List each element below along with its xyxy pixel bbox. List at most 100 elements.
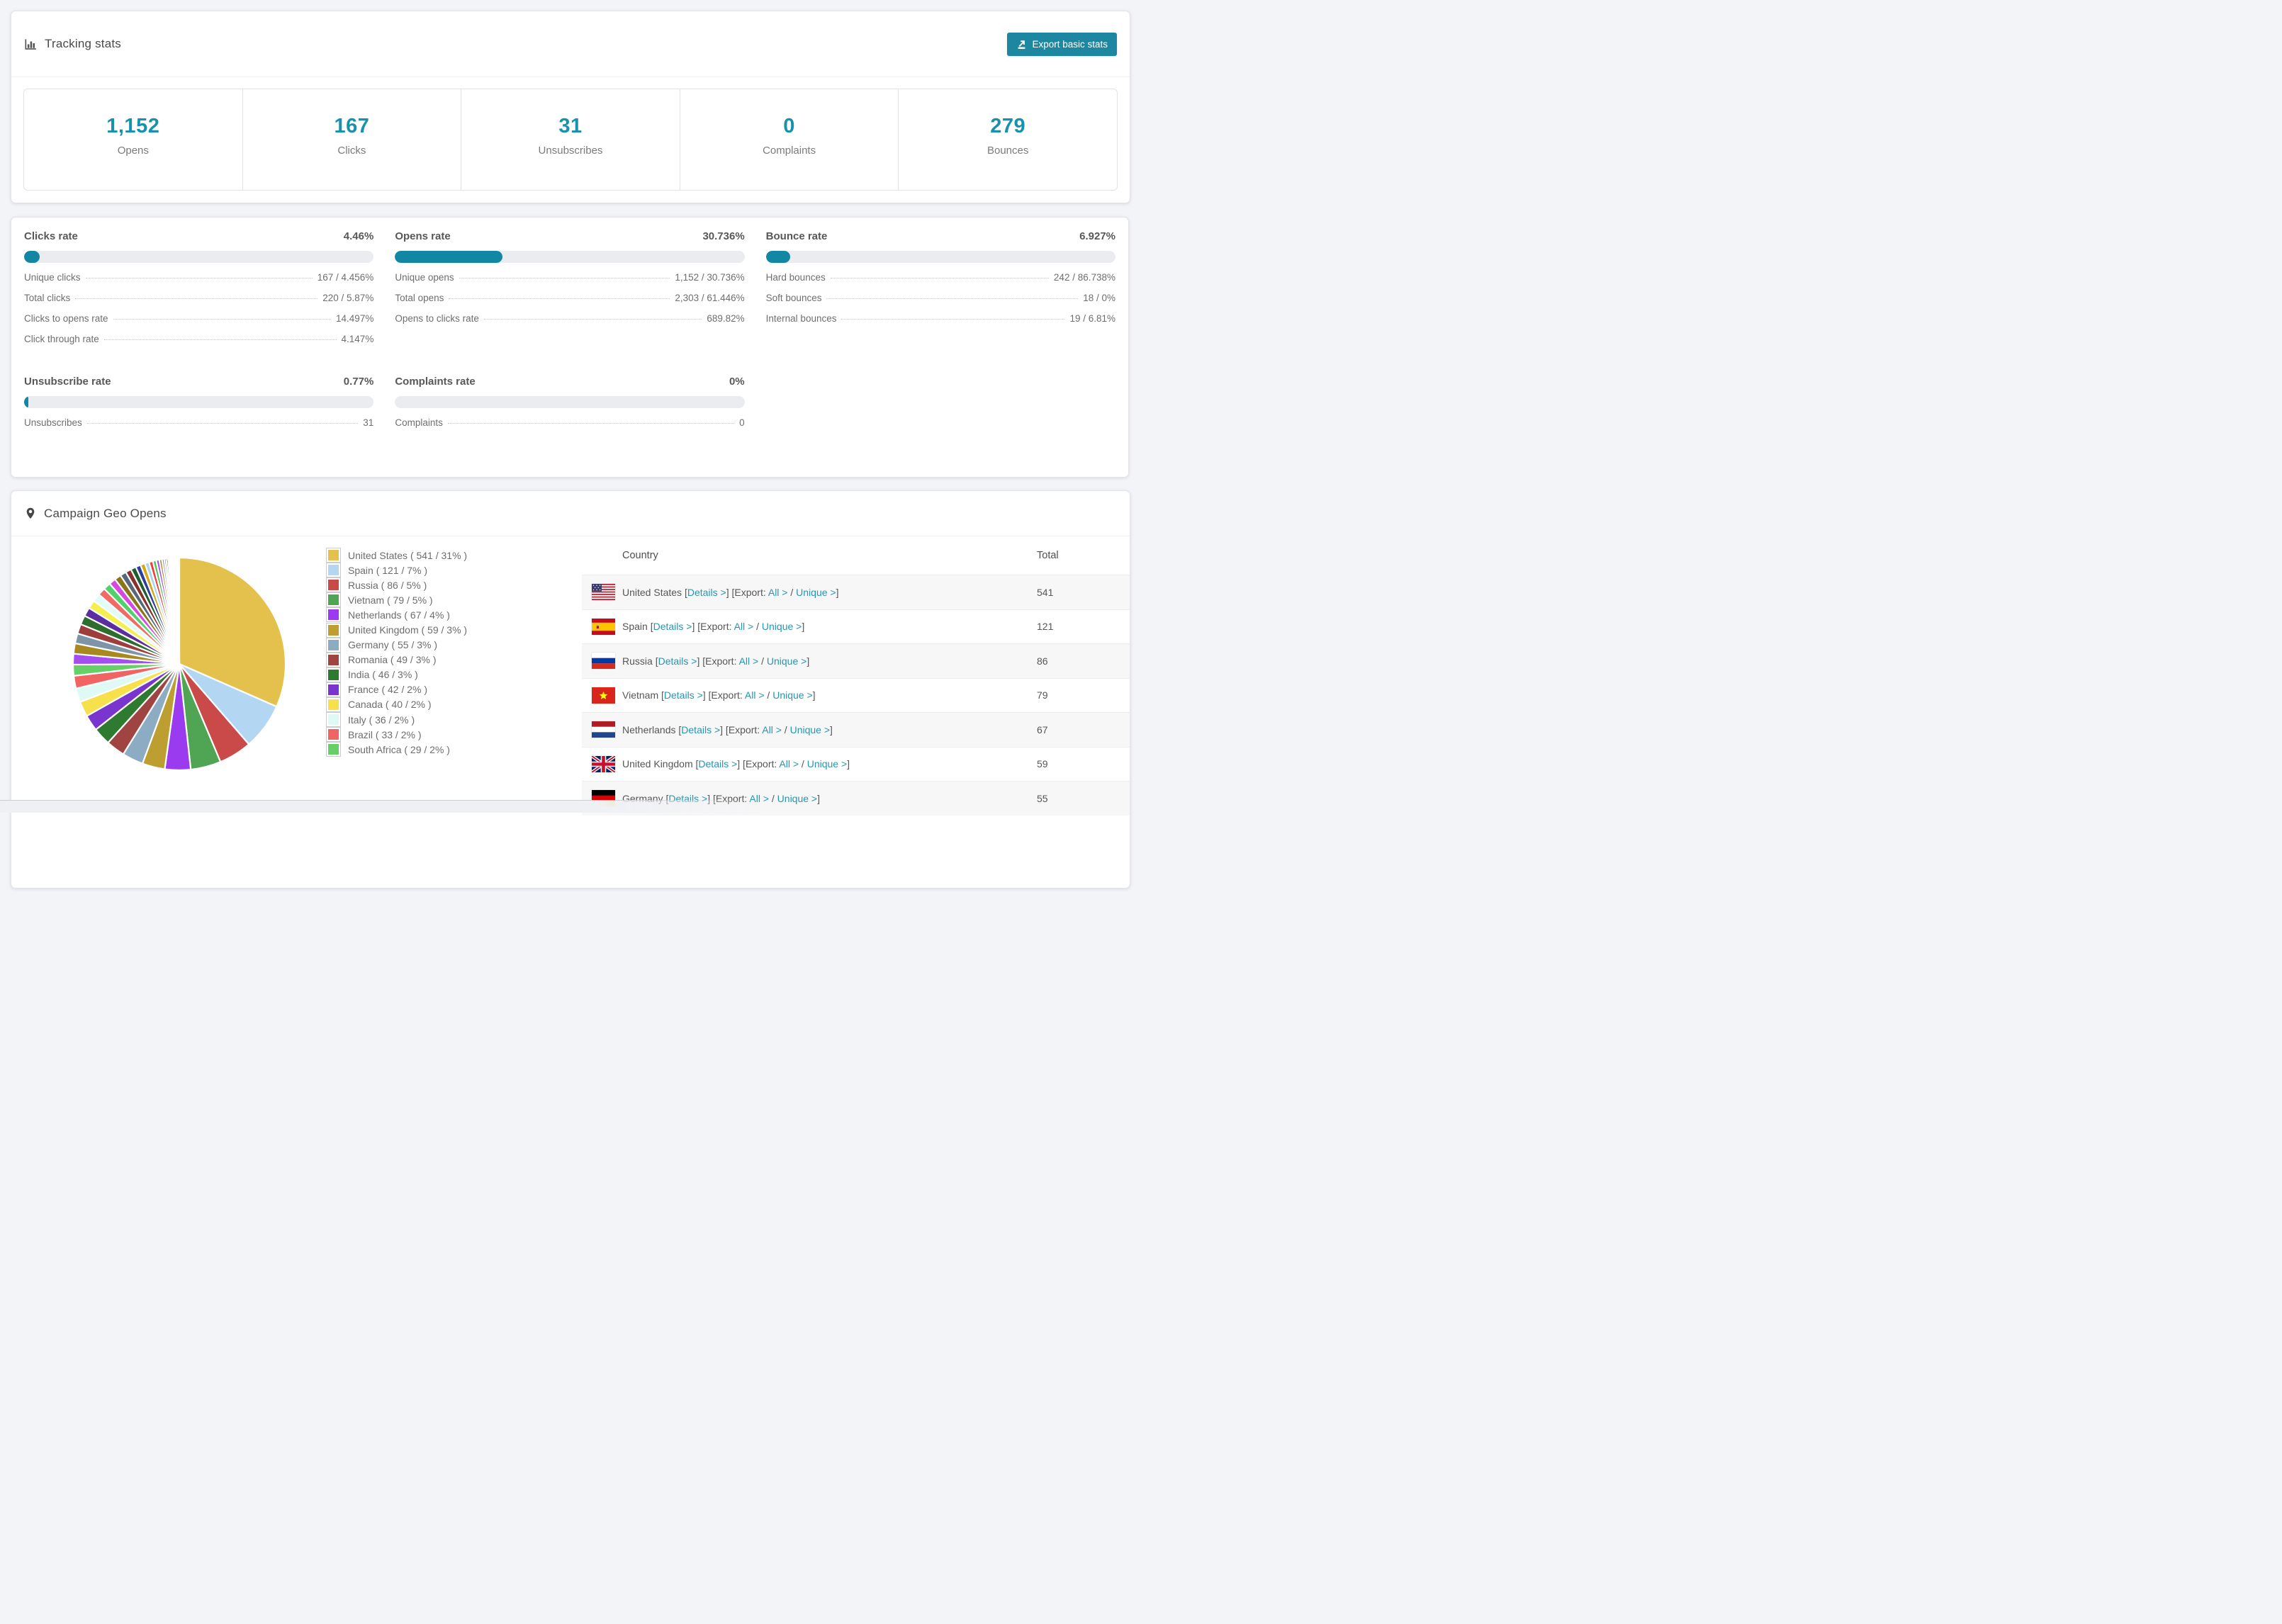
dotted-leader (841, 319, 1065, 320)
rates-grid: Clicks rate 4.46% Unique clicks 167 / 4.… (24, 225, 1115, 438)
details-link[interactable]: Details > (664, 689, 703, 701)
rate-progress-track (24, 396, 374, 408)
rate-progress-track (765, 251, 1115, 263)
legend-swatch (327, 697, 340, 711)
country-name: United Kingdom (622, 758, 693, 770)
dotted-leader (449, 298, 670, 299)
rate-stat-label: Total clicks (24, 293, 71, 303)
tracking-stats-header: Tracking stats Export basic stats (11, 11, 1130, 77)
tracking-stats-card: Tracking stats Export basic stats 1,152 … (11, 11, 1130, 203)
legend-item: United States ( 541 / 31% ) (327, 548, 467, 563)
legend-swatch (327, 608, 340, 622)
rate-stat-row: Click through rate 4.147% (24, 334, 373, 354)
export-all-link[interactable]: All > (734, 621, 754, 632)
export-all-link[interactable]: All > (745, 689, 765, 701)
stat-box: 0 Complaints (679, 89, 899, 190)
rate-stat-row: Clicks to opens rate 14.497% (24, 313, 373, 334)
export-all-link[interactable]: All > (779, 758, 799, 769)
rate-progress-track (395, 251, 745, 263)
legend-swatch (327, 653, 340, 667)
table-row: United States [Details >] [Export: All >… (582, 575, 1130, 609)
table-row: Russia [Details >] [Export: All > / Uniq… (582, 643, 1130, 678)
stat-value: 0 (783, 114, 795, 137)
rate-value: 30.736% (702, 230, 745, 242)
export-unique-link[interactable]: Unique > (762, 621, 802, 632)
rate-stat-label: Internal bounces (765, 313, 837, 324)
legend-label: Spain ( 121 / 7% ) (348, 564, 428, 576)
rate-section: Complaints rate 0% Complaints 0 (395, 370, 745, 438)
legend-label: United States ( 541 / 31% ) (348, 549, 468, 561)
rate-stat-row: Unique opens 1,152 / 30.736% (395, 272, 744, 293)
geo-header: Campaign Geo Opens (11, 491, 1130, 536)
geo-table: Country Total United States [Details >] … (582, 536, 1130, 816)
table-row: Netherlands [Details >] [Export: All > /… (582, 712, 1130, 747)
rate-stat-label: Total opens (395, 293, 444, 303)
details-link[interactable]: Details > (698, 758, 737, 769)
dotted-leader (75, 298, 318, 299)
legend-swatch (327, 638, 340, 652)
legend-swatch (327, 728, 340, 742)
rate-stat-label: Unsubscribes (24, 417, 82, 428)
rate-stat-row: Soft bounces 18 / 0% (766, 293, 1115, 313)
export-unique-link[interactable]: Unique > (807, 758, 847, 769)
export-all-link[interactable]: All > (762, 724, 782, 735)
legend-swatch (327, 667, 340, 682)
rate-stat-row: Internal bounces 19 / 6.81% (766, 313, 1115, 334)
geo-legend: United States ( 541 / 31% ) Spain ( 121 … (327, 548, 467, 757)
total-value: 67 (1037, 723, 1048, 735)
legend-item: Netherlands ( 67 / 4% ) (327, 607, 467, 622)
rate-stat-label: Opens to clicks rate (395, 313, 479, 324)
rate-stat-value: 689.82% (707, 313, 745, 324)
details-link[interactable]: Details > (687, 587, 726, 598)
details-link[interactable]: Details > (658, 655, 697, 667)
export-basic-stats-label: Export basic stats (1032, 38, 1108, 50)
geo-pie-chart[interactable] (69, 553, 290, 774)
rate-stat-value: 14.497% (336, 313, 374, 324)
export-unique-link[interactable]: Unique > (796, 587, 836, 598)
bottom-scroll-strip[interactable] (0, 800, 765, 813)
export-unique-link[interactable]: Unique > (777, 793, 817, 804)
rate-value: 6.927% (1079, 230, 1115, 242)
rate-rows: Unsubscribes 31 (24, 417, 373, 438)
table-row: Spain [Details >] [Export: All > / Uniqu… (582, 609, 1130, 644)
bar-chart-icon (25, 38, 36, 50)
legend-item: Brazil ( 33 / 2% ) (327, 727, 467, 742)
legend-item: Canada ( 40 / 2% ) (327, 697, 467, 712)
rate-stat-value: 0 (739, 417, 745, 428)
rate-stat-value: 4.147% (341, 334, 374, 344)
details-link[interactable]: Details > (681, 724, 720, 735)
export-all-link[interactable]: All > (768, 587, 788, 598)
total-value: 79 (1037, 689, 1048, 701)
stat-label: Opens (117, 144, 149, 157)
export-basic-stats-button[interactable]: Export basic stats (1007, 32, 1117, 56)
stat-label: Unsubscribes (538, 144, 603, 157)
country-flag-icon (592, 584, 615, 600)
rate-stat-label: Unique opens (395, 272, 454, 283)
legend-label: Brazil ( 33 / 2% ) (348, 728, 422, 740)
geo-table-header-row: Country Total (582, 536, 1130, 575)
export-unique-link[interactable]: Unique > (772, 689, 812, 701)
rate-stat-row: Hard bounces 242 / 86.738% (766, 272, 1115, 293)
rate-progress-fill (395, 251, 502, 263)
export-prefix: Export: (745, 758, 777, 770)
details-link[interactable]: Details > (653, 621, 692, 632)
rate-value: 0.77% (343, 376, 374, 388)
rate-title: Unsubscribe rate (24, 376, 111, 388)
export-unique-link[interactable]: Unique > (790, 724, 830, 735)
export-unique-link[interactable]: Unique > (767, 655, 806, 667)
legend-item: South Africa ( 29 / 2% ) (327, 742, 467, 757)
rate-rows: Unique clicks 167 / 4.456% Total clicks … (24, 272, 373, 354)
stat-value: 279 (990, 114, 1026, 137)
export-all-link[interactable]: All > (739, 655, 759, 667)
rate-stat-label: Complaints (395, 417, 443, 428)
stat-box: 1,152 Opens (24, 89, 242, 190)
legend-item: Vietnam ( 79 / 5% ) (327, 592, 467, 607)
rate-title: Bounce rate (765, 230, 828, 242)
rate-stat-label: Click through rate (24, 334, 99, 344)
legend-swatch (327, 593, 340, 607)
rate-rows: Unique opens 1,152 / 30.736% Total opens… (395, 272, 744, 334)
rate-title: Opens rate (395, 230, 451, 242)
rate-progress-fill (24, 251, 40, 263)
total-value: 86 (1037, 655, 1048, 667)
rate-stat-row: Unsubscribes 31 (24, 417, 373, 438)
